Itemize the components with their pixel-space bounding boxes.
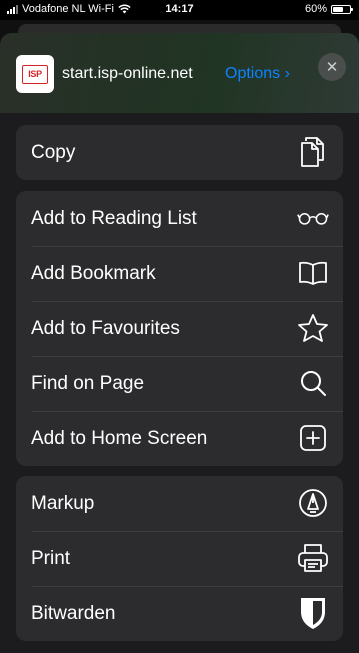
star-icon (297, 312, 329, 344)
plus-square-icon (297, 422, 329, 454)
options-link[interactable]: Options › (225, 65, 290, 83)
action-label: Add to Home Screen (31, 428, 208, 449)
printer-icon (297, 542, 329, 574)
site-url: start.isp-online.net (62, 65, 193, 82)
action-label: Copy (31, 142, 76, 163)
action-label: Print (31, 548, 71, 569)
site-favicon: ISP (16, 55, 54, 93)
action-print[interactable]: Print (16, 531, 343, 586)
battery-icon (331, 4, 353, 14)
glasses-icon (297, 202, 329, 234)
isp-logo: ISP (22, 64, 48, 84)
copy-icon (297, 136, 329, 168)
search-icon (297, 367, 329, 399)
battery-percent: 60% (304, 3, 327, 15)
bitwarden-shield-icon (297, 597, 329, 629)
share-sheet-header: ISP start.isp-online.net Options › ✕ (0, 33, 359, 113)
action-markup[interactable]: Markup (16, 476, 343, 531)
action-label: Add to Favourites (31, 318, 180, 339)
action-add-to-home-screen[interactable]: Add to Home Screen (16, 411, 343, 466)
markup-pen-icon (297, 487, 329, 519)
action-bitwarden[interactable]: Bitwarden (16, 586, 343, 641)
action-add-to-reading-list[interactable]: Add to Reading List (16, 191, 343, 246)
close-icon: ✕ (325, 59, 339, 76)
action-group-copy: Copy (16, 125, 343, 180)
share-sheet: ISP start.isp-online.net Options › ✕ Cop… (0, 33, 359, 653)
action-label: Markup (31, 493, 95, 514)
book-icon (297, 257, 329, 289)
action-add-to-favourites[interactable]: Add to Favourites (16, 301, 343, 356)
action-label: Bitwarden (31, 603, 116, 624)
action-group-page: Add to Reading List Add Bookmark Add to … (16, 191, 343, 466)
action-label: Add to Reading List (31, 208, 197, 229)
close-button[interactable]: ✕ (318, 53, 346, 81)
status-bar: Vodafone NL Wi-Fi 14:17 60% (0, 0, 359, 20)
action-copy[interactable]: Copy (16, 125, 343, 180)
action-label: Find on Page (31, 373, 145, 394)
action-find-on-page[interactable]: Find on Page (16, 356, 343, 411)
action-label: Add Bookmark (31, 263, 156, 284)
action-add-bookmark[interactable]: Add Bookmark (16, 246, 343, 301)
action-group-tools: Markup Print Bitwarden (16, 476, 343, 641)
